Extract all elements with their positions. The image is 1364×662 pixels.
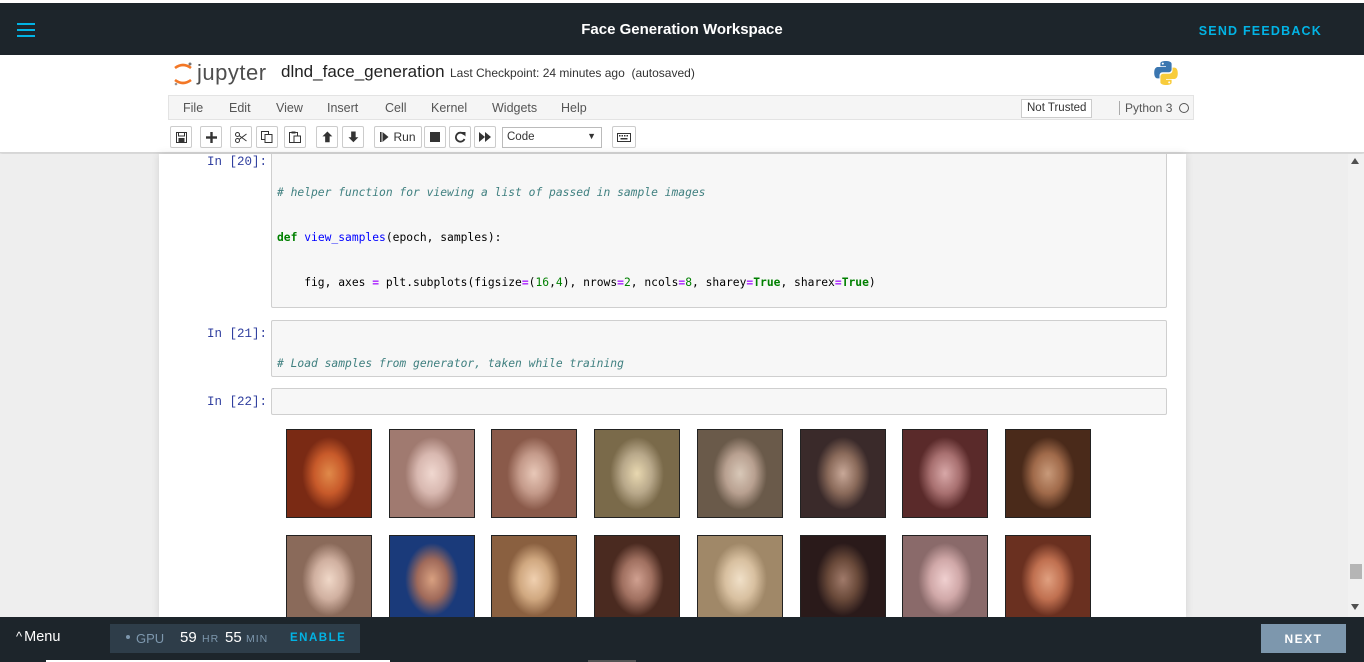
generated-face-image [594,535,681,617]
fast-forward-icon[interactable] [474,126,496,148]
next-button[interactable]: NEXT [1261,624,1346,653]
generated-face-image [902,429,989,518]
generated-face-image [696,429,783,518]
checkpoint-text: Last Checkpoint: 24 minutes ago [450,66,625,80]
cell-prompt: In [22]: [206,395,267,409]
menu-label: Menu [24,629,61,645]
menu-view[interactable]: View [276,101,303,115]
stop-icon[interactable] [424,126,446,148]
python-logo-icon [1154,61,1178,85]
arrow-down-icon[interactable] [342,126,364,148]
generated-face-image [286,535,372,617]
send-feedback-link[interactable]: SEND FEEDBACK [1199,24,1322,38]
scroll-up-arrow-icon[interactable] [1351,158,1359,164]
code-input[interactable]: # helper function for viewing a list of … [271,154,1167,308]
menu-button[interactable]: ^ Menu [16,629,60,645]
cut-icon[interactable] [230,126,252,148]
generated-face-image [491,535,578,617]
code-line: # helper function for viewing a list of … [277,185,1161,200]
gpu-status-dot [126,635,130,639]
code-line: def view_samples(epoch, samples): [277,231,502,244]
paste-icon[interactable] [284,126,306,148]
generated-face-image [902,535,989,617]
chevron-down-icon: ▼ [587,131,596,141]
menu-help[interactable]: Help [561,101,587,115]
generated-face-image [594,429,681,518]
generated-face-image [696,535,783,617]
menu-cell[interactable]: Cell [385,101,407,115]
jupyter-logo-text: jupyter [197,60,267,85]
gpu-hours-unit: HR [202,633,220,645]
page-scrollbar[interactable] [1348,154,1364,617]
chevron-up-icon: ^ [16,629,23,644]
arrow-up-icon[interactable] [316,126,338,148]
gpu-minutes-unit: MIN [246,633,269,645]
menu-widgets[interactable]: Widgets [492,101,537,115]
notebook-area: In [20]: # helper function for viewing a… [0,154,1364,617]
code-line: fig, axes = plt.subplots(figsize=(16,4),… [277,276,876,289]
jupyter-header: jupyter dlnd_face_generation Last Checkp… [0,55,1364,153]
workspace-top-bar: Face Generation Workspace SEND FEEDBACK [0,0,1364,55]
jupyter-logo-icon [174,62,192,86]
code-input[interactable]: # Load samples from generator, taken whi… [271,320,1167,377]
run-label: Run [393,130,416,144]
menu-insert[interactable]: Insert [327,101,358,115]
cell-type-select[interactable]: Code ▼ [502,127,602,148]
not-trusted-button[interactable]: Not Trusted [1021,99,1093,118]
generated-face-image [1004,429,1091,518]
restart-icon[interactable] [449,126,471,148]
code-input[interactable]: _ = view_samples(-1, samples) [271,388,1167,415]
menu-kernel[interactable]: Kernel [431,101,467,115]
gpu-panel: GPU 59 HR 55 MIN ENABLE [110,624,360,653]
page: Face Generation Workspace SEND FEEDBACK … [0,0,1364,662]
notebook-container: In [20]: # helper function for viewing a… [159,154,1186,617]
run-button[interactable]: Run [374,126,422,148]
jupyter-menu-bar: File Edit View Insert Cell Kernel Widget… [168,95,1194,120]
generated-face-image [388,535,475,617]
generated-face-image [491,429,578,518]
gpu-enable-button[interactable]: ENABLE [290,632,346,644]
plus-icon[interactable] [200,126,222,148]
kernel-idle-indicator-icon [1179,103,1189,113]
generated-face-image [799,429,886,518]
workspace-title: Face Generation Workspace [581,21,783,38]
scrollbar-thumb[interactable] [1350,564,1362,579]
cell-prompt: In [21]: [206,327,267,341]
jupyter-logo[interactable]: jupyter [171,59,271,89]
notebook-name[interactable]: dlnd_face_generation [281,62,445,82]
generated-face-image [799,535,886,617]
run-icon [380,132,389,142]
menu-file[interactable]: File [183,101,203,115]
code-text: # helper function for viewing a list of … [277,186,706,199]
menu-edit[interactable]: Edit [229,101,251,115]
gpu-label: GPU [136,631,165,646]
gpu-hours: 59 [180,629,197,646]
generated-face-image [1004,535,1091,617]
generated-face-image [388,429,475,518]
keyboard-icon[interactable] [612,126,636,148]
save-icon[interactable] [170,126,192,148]
kernel-separator [1119,101,1120,115]
jupyter-toolbar: Run Code ▼ [168,125,1194,151]
workspace-bottom-bar: ^ Menu GPU 59 HR 55 MIN ENABLE NEXT [0,617,1364,662]
code-text: # Load samples from generator, taken whi… [277,357,624,370]
copy-icon[interactable] [256,126,278,148]
autosave-text: (autosaved) [631,66,695,80]
code-line: # Load samples from generator, taken whi… [277,356,1161,371]
scroll-down-arrow-icon[interactable] [1351,604,1359,610]
cell-type-value: Code [507,131,535,143]
generated-faces-output [286,429,1106,617]
generated-face-image [286,429,372,518]
gpu-minutes: 55 [225,629,242,646]
checkpoint-status: Last Checkpoint: 24 minutes ago (autosav… [450,66,695,80]
kernel-name[interactable]: Python 3 [1125,101,1172,115]
cell-prompt: In [20]: [206,155,267,169]
